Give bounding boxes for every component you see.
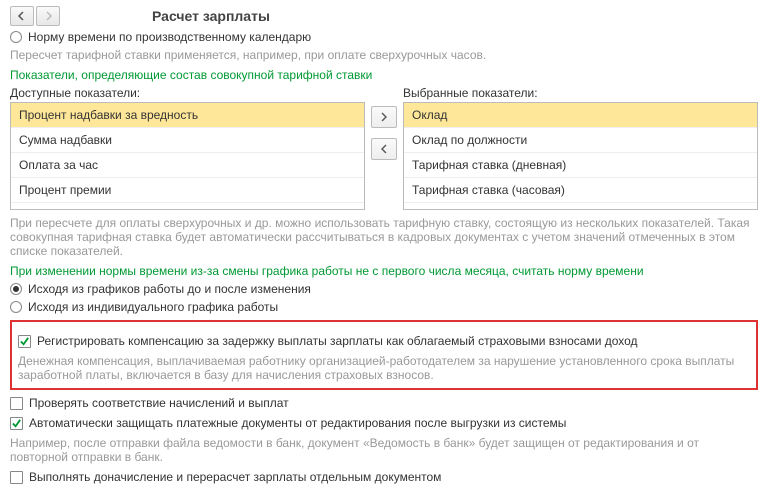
checkbox-protect-payment-docs-label: Автоматически защищать платежные докумен… <box>29 416 566 430</box>
highlighted-setting-box: Регистрировать компенсацию за задержку в… <box>10 320 758 390</box>
section-aggregate-rate: Показатели, определяющие состав совокупн… <box>10 68 758 82</box>
checkbox-verify-accruals[interactable] <box>10 397 23 410</box>
forward-button[interactable] <box>36 6 60 26</box>
note-protect-payment-docs: Например, после отправки файла ведомости… <box>10 436 758 464</box>
checkbox-register-compensation-label: Регистрировать компенсацию за задержку в… <box>37 334 638 348</box>
check-icon <box>11 418 22 429</box>
chevron-left-icon <box>378 143 390 155</box>
radio-schedule-before-after-label: Исходя из графиков работы до и после изм… <box>28 282 311 296</box>
section-schedule-change: При изменении нормы времени из-за смены … <box>10 264 758 278</box>
move-left-button[interactable] <box>371 138 397 160</box>
note-register-compensation: Денежная компенсация, выплачиваемая рабо… <box>18 354 750 382</box>
available-label: Доступные показатели: <box>10 86 365 100</box>
arrow-left-icon <box>16 10 28 22</box>
radio-schedule-before-after[interactable] <box>10 283 22 295</box>
checkbox-verify-accruals-label: Проверять соответствие начислений и выпл… <box>29 396 289 410</box>
selected-label: Выбранные показатели: <box>403 86 758 100</box>
list-item[interactable]: Оплата за час <box>11 153 364 178</box>
page-title: Расчет зарплаты <box>152 8 270 24</box>
list-item[interactable]: Процент надбавки за вредность <box>11 103 364 128</box>
radio-schedule-individual-label: Исходя из индивидуального графика работы <box>28 300 278 314</box>
list-item[interactable]: Тарифная ставка (дневная) <box>404 153 757 178</box>
radio-norm-calendar[interactable] <box>10 31 22 43</box>
checkbox-separate-recalc[interactable] <box>10 471 23 484</box>
list-item[interactable]: Процент премии <box>11 178 364 203</box>
note-overtime: При пересчете для оплаты сверхурочных и … <box>10 216 758 258</box>
list-item[interactable]: Оклад <box>404 103 757 128</box>
checkbox-separate-recalc-label: Выполнять доначисление и перерасчет зарп… <box>29 470 441 484</box>
list-item[interactable]: Сумма надбавки <box>11 128 364 153</box>
radio-schedule-individual[interactable] <box>10 301 22 313</box>
chevron-right-icon <box>378 111 390 123</box>
arrow-right-icon <box>42 10 54 22</box>
check-icon <box>19 336 30 347</box>
back-button[interactable] <box>10 6 34 26</box>
checkbox-register-compensation[interactable] <box>18 335 31 348</box>
move-right-button[interactable] <box>371 106 397 128</box>
radio-norm-calendar-label: Норму времени по производственному кален… <box>28 30 311 44</box>
list-item[interactable]: Оклад по должности <box>404 128 757 153</box>
checkbox-protect-payment-docs[interactable] <box>10 417 23 430</box>
available-listbox[interactable]: Процент надбавки за вредность Сумма надб… <box>10 102 365 210</box>
note-recalc: Пересчет тарифной ставки применяется, на… <box>10 48 758 62</box>
selected-listbox[interactable]: Оклад Оклад по должности Тарифная ставка… <box>403 102 758 210</box>
list-item[interactable]: Тарифная ставка (часовая) <box>404 178 757 203</box>
